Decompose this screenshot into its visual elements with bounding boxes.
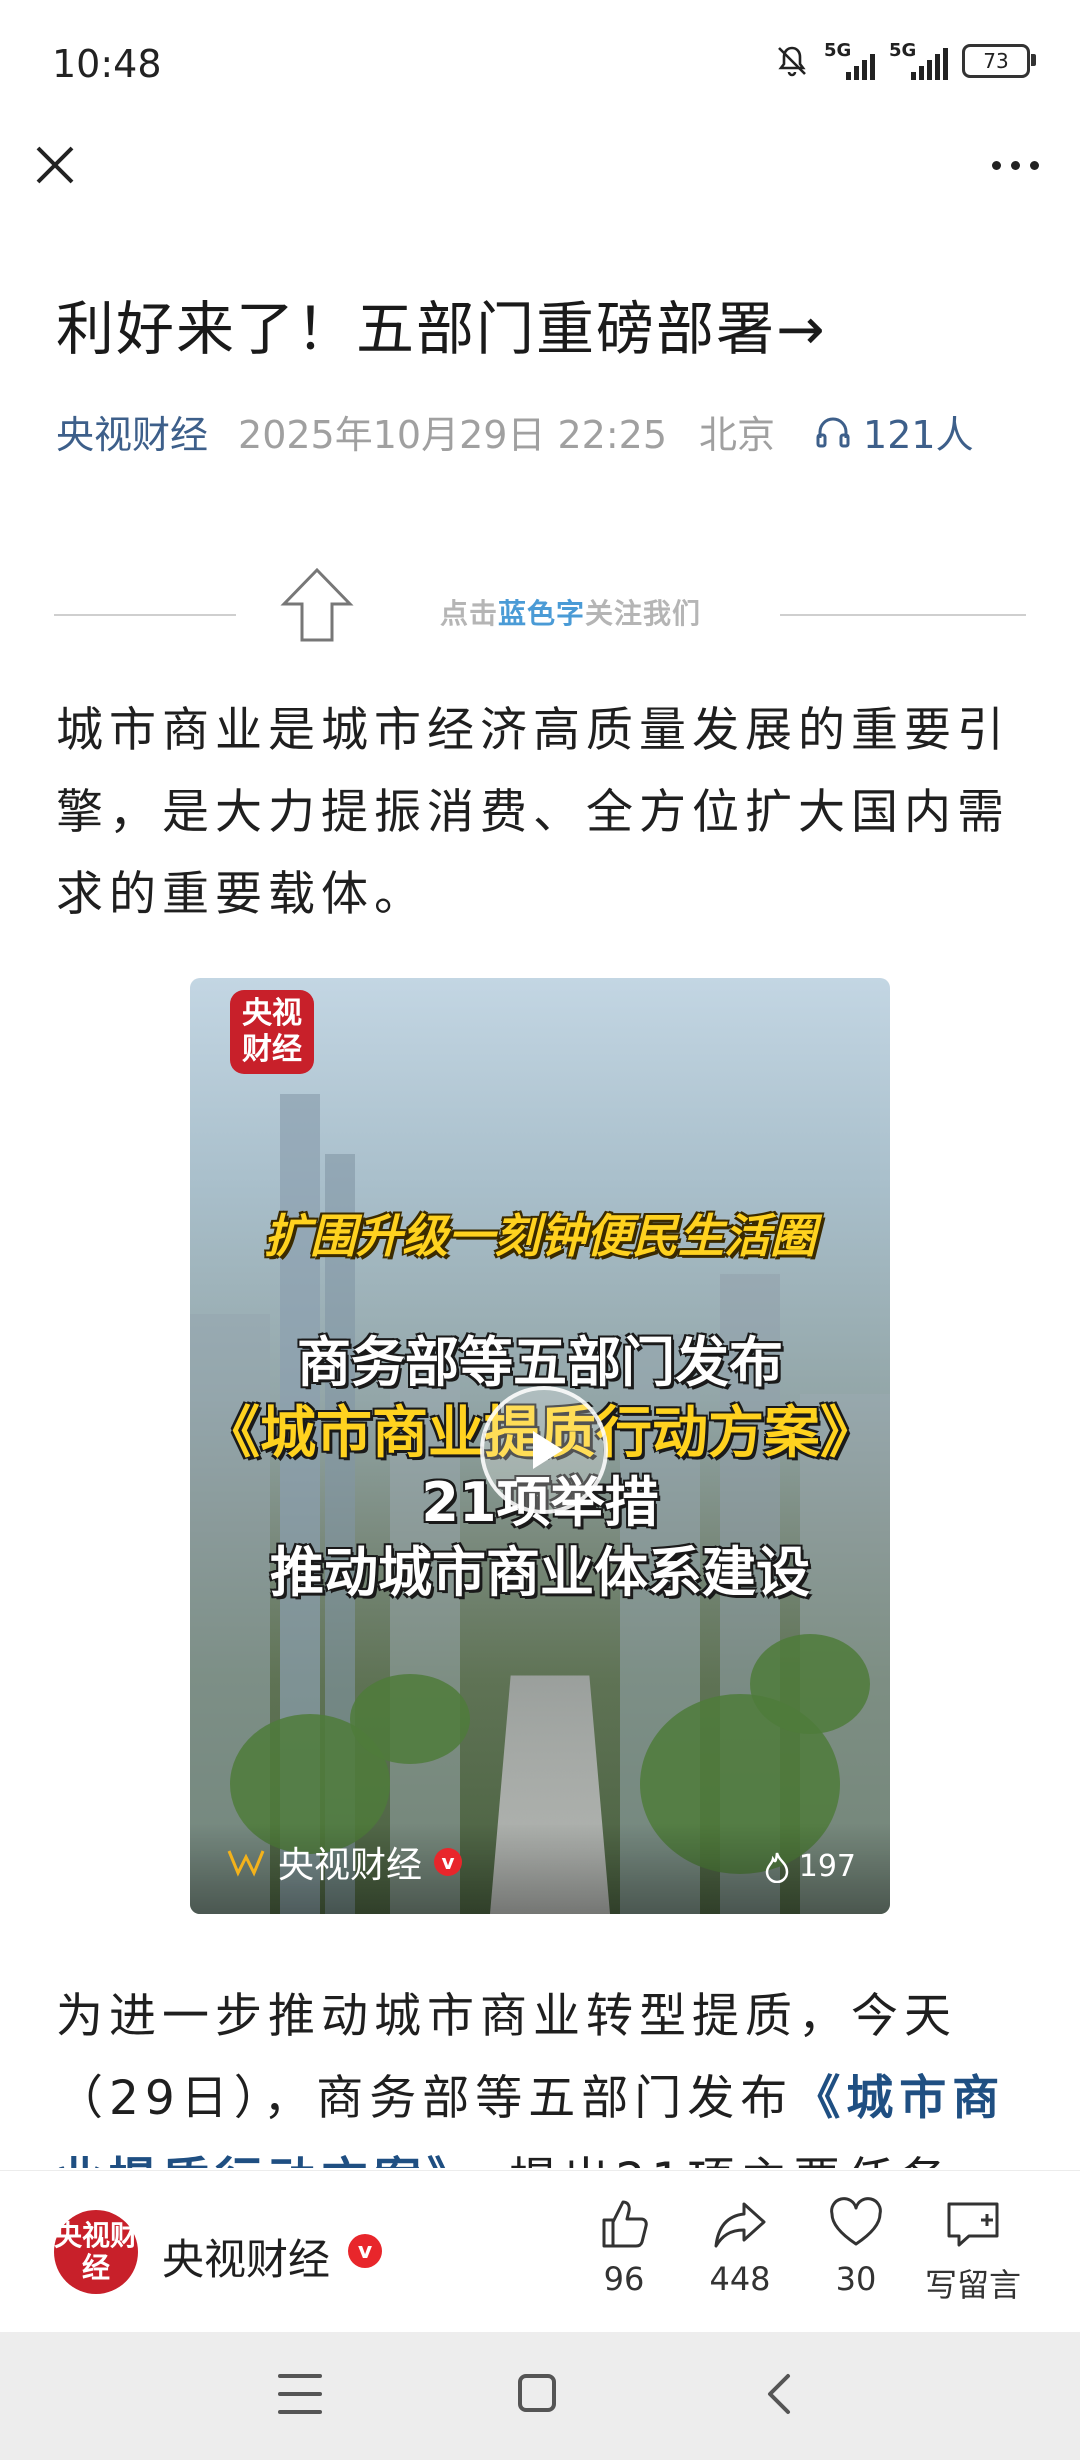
flame-icon <box>765 1852 788 1883</box>
thumbs-up-icon <box>602 2200 648 2248</box>
video-hot-count: 197 <box>763 1849 856 1884</box>
headphones-icon <box>816 417 850 447</box>
channel-logo-icon <box>227 1850 265 1877</box>
comment-icon <box>947 2202 999 2247</box>
article-title: 利好来了！五部门重磅部署→ <box>56 295 827 363</box>
heart-icon <box>830 2197 882 2246</box>
article-paragraph: 为进一步推动城市商业转型提质，今天（29日），商务部等五部门发布《城市商业提质行… <box>56 1976 1026 2168</box>
video-logo: 央视财经 <box>230 990 314 1074</box>
comment-label: 写留言 <box>924 2266 1021 2304</box>
follow-text-suffix: 关注我们 <box>585 597 702 630</box>
listen-button[interactable]: 121人 <box>813 404 974 459</box>
follow-text-prefix: 点击 <box>440 597 499 630</box>
close-icon <box>36 146 74 184</box>
like-count: 96 <box>603 2260 645 2298</box>
video-subtitle: 扩围升级一刻钟便民生活圈 <box>264 1209 816 1263</box>
status-icons: 5G 5G 73 <box>774 40 1036 80</box>
listener-count: 121人 <box>863 413 974 457</box>
divider <box>780 614 1026 616</box>
video-caption-line: 推动城市商业体系建设 <box>270 1541 810 1604</box>
more-icon-dot <box>1029 160 1039 170</box>
home-icon[interactable] <box>518 2374 556 2412</box>
write-comment-button[interactable]: 写留言 <box>918 2196 1028 2306</box>
hot-count-value: 197 <box>798 1849 856 1884</box>
signal-icon: 5G <box>889 40 948 80</box>
article-location: 北京 <box>699 413 776 457</box>
signal-icon: 5G <box>824 40 875 80</box>
verified-badge: v <box>348 2234 382 2268</box>
more-icon-dot <box>991 160 1001 170</box>
video-player[interactable]: 央视财经 扩围升级一刻钟便民生活圈 商务部等五部门发布 《城市商业提质行动方案》… <box>190 978 890 1914</box>
up-arrow-icon <box>280 567 354 642</box>
back-icon[interactable] <box>760 2370 800 2418</box>
favorite-count: 30 <box>835 2260 877 2298</box>
close-button[interactable] <box>30 140 80 190</box>
verified-badge: v <box>434 1848 463 1876</box>
like-button[interactable]: 96 <box>574 2196 674 2298</box>
article-date: 2025年10月29日 22:25 <box>238 413 668 457</box>
follow-banner[interactable]: 点击蓝色字关注我们 <box>440 592 701 632</box>
share-count: 448 <box>709 2260 771 2298</box>
article-source-link[interactable]: 央视财经 <box>56 404 208 459</box>
article-meta: 央视财经 2025年10月29日 22:25 北京 121人 <box>56 404 974 459</box>
mute-icon <box>778 46 806 77</box>
more-icon-dot <box>1010 160 1020 170</box>
share-icon <box>714 2202 766 2248</box>
favorite-button[interactable]: 30 <box>806 2196 906 2298</box>
share-button[interactable]: 448 <box>690 2196 790 2298</box>
video-channel-name: 央视财经 <box>278 1845 423 1886</box>
author-avatar[interactable]: 央视财经 <box>54 2210 138 2294</box>
play-icon <box>533 1431 563 1469</box>
play-button[interactable] <box>480 1386 608 1514</box>
divider <box>54 614 236 616</box>
battery-icon: 73 <box>962 44 1036 78</box>
article-paragraph: 城市商业是城市经济高质量发展的重要引擎，是大力提振消费、全方位扩大国内需求的重要… <box>56 703 1010 922</box>
author-name[interactable]: 央视财经 <box>162 2226 330 2287</box>
menu-icon[interactable] <box>278 2374 322 2414</box>
paragraph-text: ，提出21项主要任务 <box>457 2153 953 2168</box>
more-button[interactable] <box>980 140 1050 190</box>
follow-text-highlight: 蓝色字 <box>498 597 586 630</box>
status-time: 10:48 <box>52 42 162 86</box>
video-channel[interactable]: 央视财经 v <box>226 1836 463 1888</box>
